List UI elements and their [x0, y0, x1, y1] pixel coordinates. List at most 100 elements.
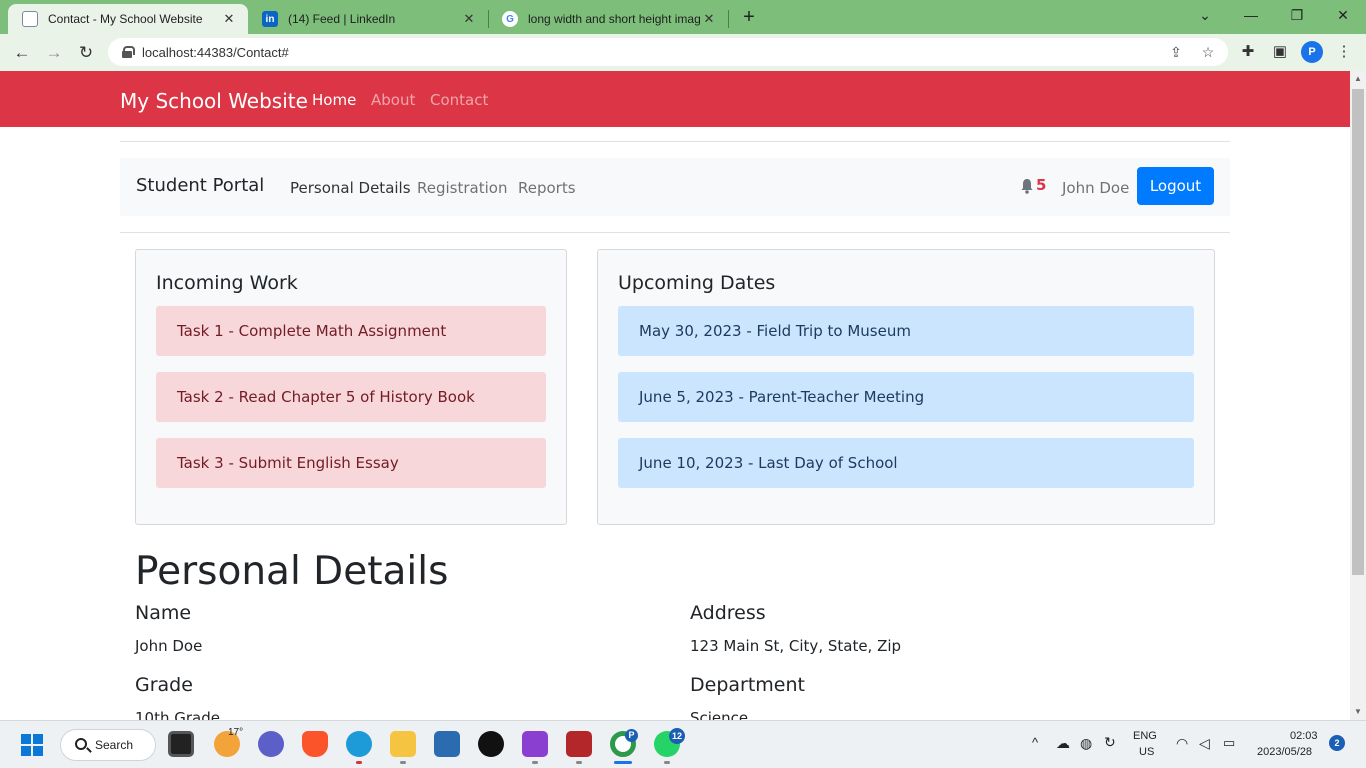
running-indicator	[532, 761, 538, 764]
upcoming-dates-card: Upcoming Dates May 30, 2023 - Field Trip…	[597, 249, 1215, 525]
active-indicator	[614, 761, 632, 764]
taskbar: Search 17° P 12 ^ ☁ ◍ ↻ ENG US ◠ ◁ ▭ 02:…	[0, 720, 1366, 768]
running-indicator	[356, 761, 362, 764]
divider	[120, 141, 1230, 142]
site-brand[interactable]: My School Website	[120, 89, 308, 113]
close-tab-icon[interactable]: ✕	[460, 11, 478, 27]
share-icon[interactable]: ⇪	[1166, 42, 1186, 62]
portal-brand[interactable]: Student Portal	[136, 175, 264, 196]
card-title: Incoming Work	[156, 272, 298, 294]
portal-link-registration[interactable]: Registration	[417, 179, 507, 197]
visual-studio-icon[interactable]	[522, 731, 548, 757]
browser-tab-linkedin[interactable]: in (14) Feed | LinkedIn ✕	[248, 4, 488, 34]
portal-link-personal-details[interactable]: Personal Details	[290, 179, 411, 197]
chat-icon[interactable]	[258, 731, 284, 757]
brave-icon[interactable]	[302, 731, 328, 757]
name-value: John Doe	[135, 637, 203, 655]
card-title: Upcoming Dates	[618, 272, 776, 294]
reload-button[interactable]: ↻	[74, 41, 98, 65]
minimize-button[interactable]: —	[1228, 0, 1274, 30]
clock-date: 2023/05/28	[1257, 746, 1313, 758]
close-window-button[interactable]: ✕	[1320, 0, 1366, 30]
user-name[interactable]: John Doe	[1062, 179, 1129, 197]
battery-icon[interactable]: ▭	[1223, 735, 1235, 751]
clock-time[interactable]: 02:03	[1290, 730, 1318, 742]
close-tab-icon[interactable]: ✕	[220, 11, 238, 27]
taskbar-search[interactable]: Search	[60, 729, 156, 761]
weather-temp: 17°	[228, 727, 244, 738]
address-value: 123 Main St, City, State, Zip	[690, 637, 902, 655]
tab-search-button[interactable]: ⌄	[1182, 0, 1228, 30]
notifications-badge[interactable]: 2	[1329, 735, 1345, 751]
side-panel-icon[interactable]: ▣	[1269, 41, 1291, 63]
scroll-up-arrow-icon[interactable]: ▲	[1350, 71, 1366, 87]
nav-contact[interactable]: Contact	[430, 91, 488, 109]
page-viewport: My School Website Home About Contact Stu…	[0, 71, 1350, 720]
grade-label: Grade	[135, 674, 193, 696]
portal-navbar: Student Portal Personal Details Registra…	[120, 158, 1230, 216]
tab-separator	[728, 10, 729, 28]
bookmark-star-icon[interactable]: ☆	[1198, 42, 1218, 62]
search-label: Search	[95, 738, 134, 752]
running-indicator	[400, 761, 406, 764]
tab-title: long width and short height imag	[528, 12, 700, 26]
back-button[interactable]: ←	[10, 41, 34, 65]
chrome-profile-badge: P	[625, 729, 638, 742]
address-label: Address	[690, 602, 766, 624]
store-icon[interactable]	[434, 731, 460, 757]
date-item: May 30, 2023 - Field Trip to Museum	[618, 306, 1194, 356]
address-bar[interactable]: localhost:44383/Contact#	[108, 38, 1228, 66]
onedrive-icon[interactable]: ☁	[1056, 735, 1070, 752]
file-explorer-icon[interactable]	[390, 731, 416, 757]
task-item: Task 3 - Submit English Essay	[156, 438, 546, 488]
site-navbar: My School Website Home About Contact	[0, 71, 1350, 127]
network-globe-icon[interactable]: ◍	[1080, 735, 1092, 752]
scroll-down-arrow-icon[interactable]: ▼	[1350, 704, 1366, 720]
show-hidden-icons-icon[interactable]: ^	[1032, 735, 1038, 750]
nav-home[interactable]: Home	[312, 91, 356, 109]
url-text: localhost:44383/Contact#	[142, 44, 289, 60]
document-icon	[22, 11, 38, 27]
bell-icon[interactable]	[1020, 178, 1034, 194]
incoming-work-card: Incoming Work Task 1 - Complete Math Ass…	[135, 249, 567, 525]
grade-value: 10th Grade	[135, 709, 220, 720]
browser-tab-contact[interactable]: Contact - My School Website ✕	[8, 4, 248, 34]
tab-title: (14) Feed | LinkedIn	[288, 12, 396, 26]
profile-avatar[interactable]: P	[1301, 41, 1323, 63]
page-title: Personal Details	[135, 549, 449, 594]
google-icon: G	[502, 11, 518, 27]
date-item: June 5, 2023 - Parent-Teacher Meeting	[618, 372, 1194, 422]
language-indicator[interactable]: ENG	[1133, 730, 1157, 742]
winrar-icon[interactable]	[566, 731, 592, 757]
menu-icon[interactable]: ⋮	[1333, 41, 1355, 63]
browser-tab-strip: Contact - My School Website ✕ in (14) Fe…	[0, 0, 1366, 34]
divider	[120, 232, 1230, 233]
scrollbar-thumb[interactable]	[1352, 89, 1364, 575]
speaker-muted-icon[interactable]: ◁	[1199, 735, 1210, 752]
extensions-icon[interactable]: ✚	[1237, 41, 1259, 63]
wifi-icon[interactable]: ◠	[1176, 735, 1188, 752]
name-label: Name	[135, 602, 192, 624]
running-indicator	[664, 761, 670, 764]
forward-button[interactable]: →	[42, 41, 66, 65]
department-value: Science	[690, 709, 749, 720]
edge-icon[interactable]	[346, 731, 372, 757]
page-scrollbar[interactable]: ▲ ▼	[1350, 71, 1366, 720]
logout-button[interactable]: Logout	[1137, 167, 1214, 205]
maximize-button[interactable]: ❐	[1274, 0, 1320, 30]
portal-link-reports[interactable]: Reports	[518, 179, 576, 197]
department-label: Department	[690, 674, 805, 696]
browser-tab-google[interactable]: G long width and short height imag ✕	[488, 4, 728, 34]
nav-about[interactable]: About	[371, 91, 415, 109]
task-item: Task 2 - Read Chapter 5 of History Book	[156, 372, 546, 422]
region-indicator: US	[1139, 746, 1155, 758]
sync-icon[interactable]: ↻	[1104, 734, 1116, 751]
new-tab-button[interactable]: +	[738, 6, 760, 28]
tiktok-icon[interactable]	[478, 731, 504, 757]
tab-title: Contact - My School Website	[48, 12, 203, 26]
windows-start-icon[interactable]	[21, 734, 43, 756]
close-tab-icon[interactable]: ✕	[700, 11, 718, 27]
task-view-icon[interactable]	[168, 731, 194, 757]
search-icon	[75, 738, 87, 750]
notification-count: 5	[1036, 176, 1047, 194]
